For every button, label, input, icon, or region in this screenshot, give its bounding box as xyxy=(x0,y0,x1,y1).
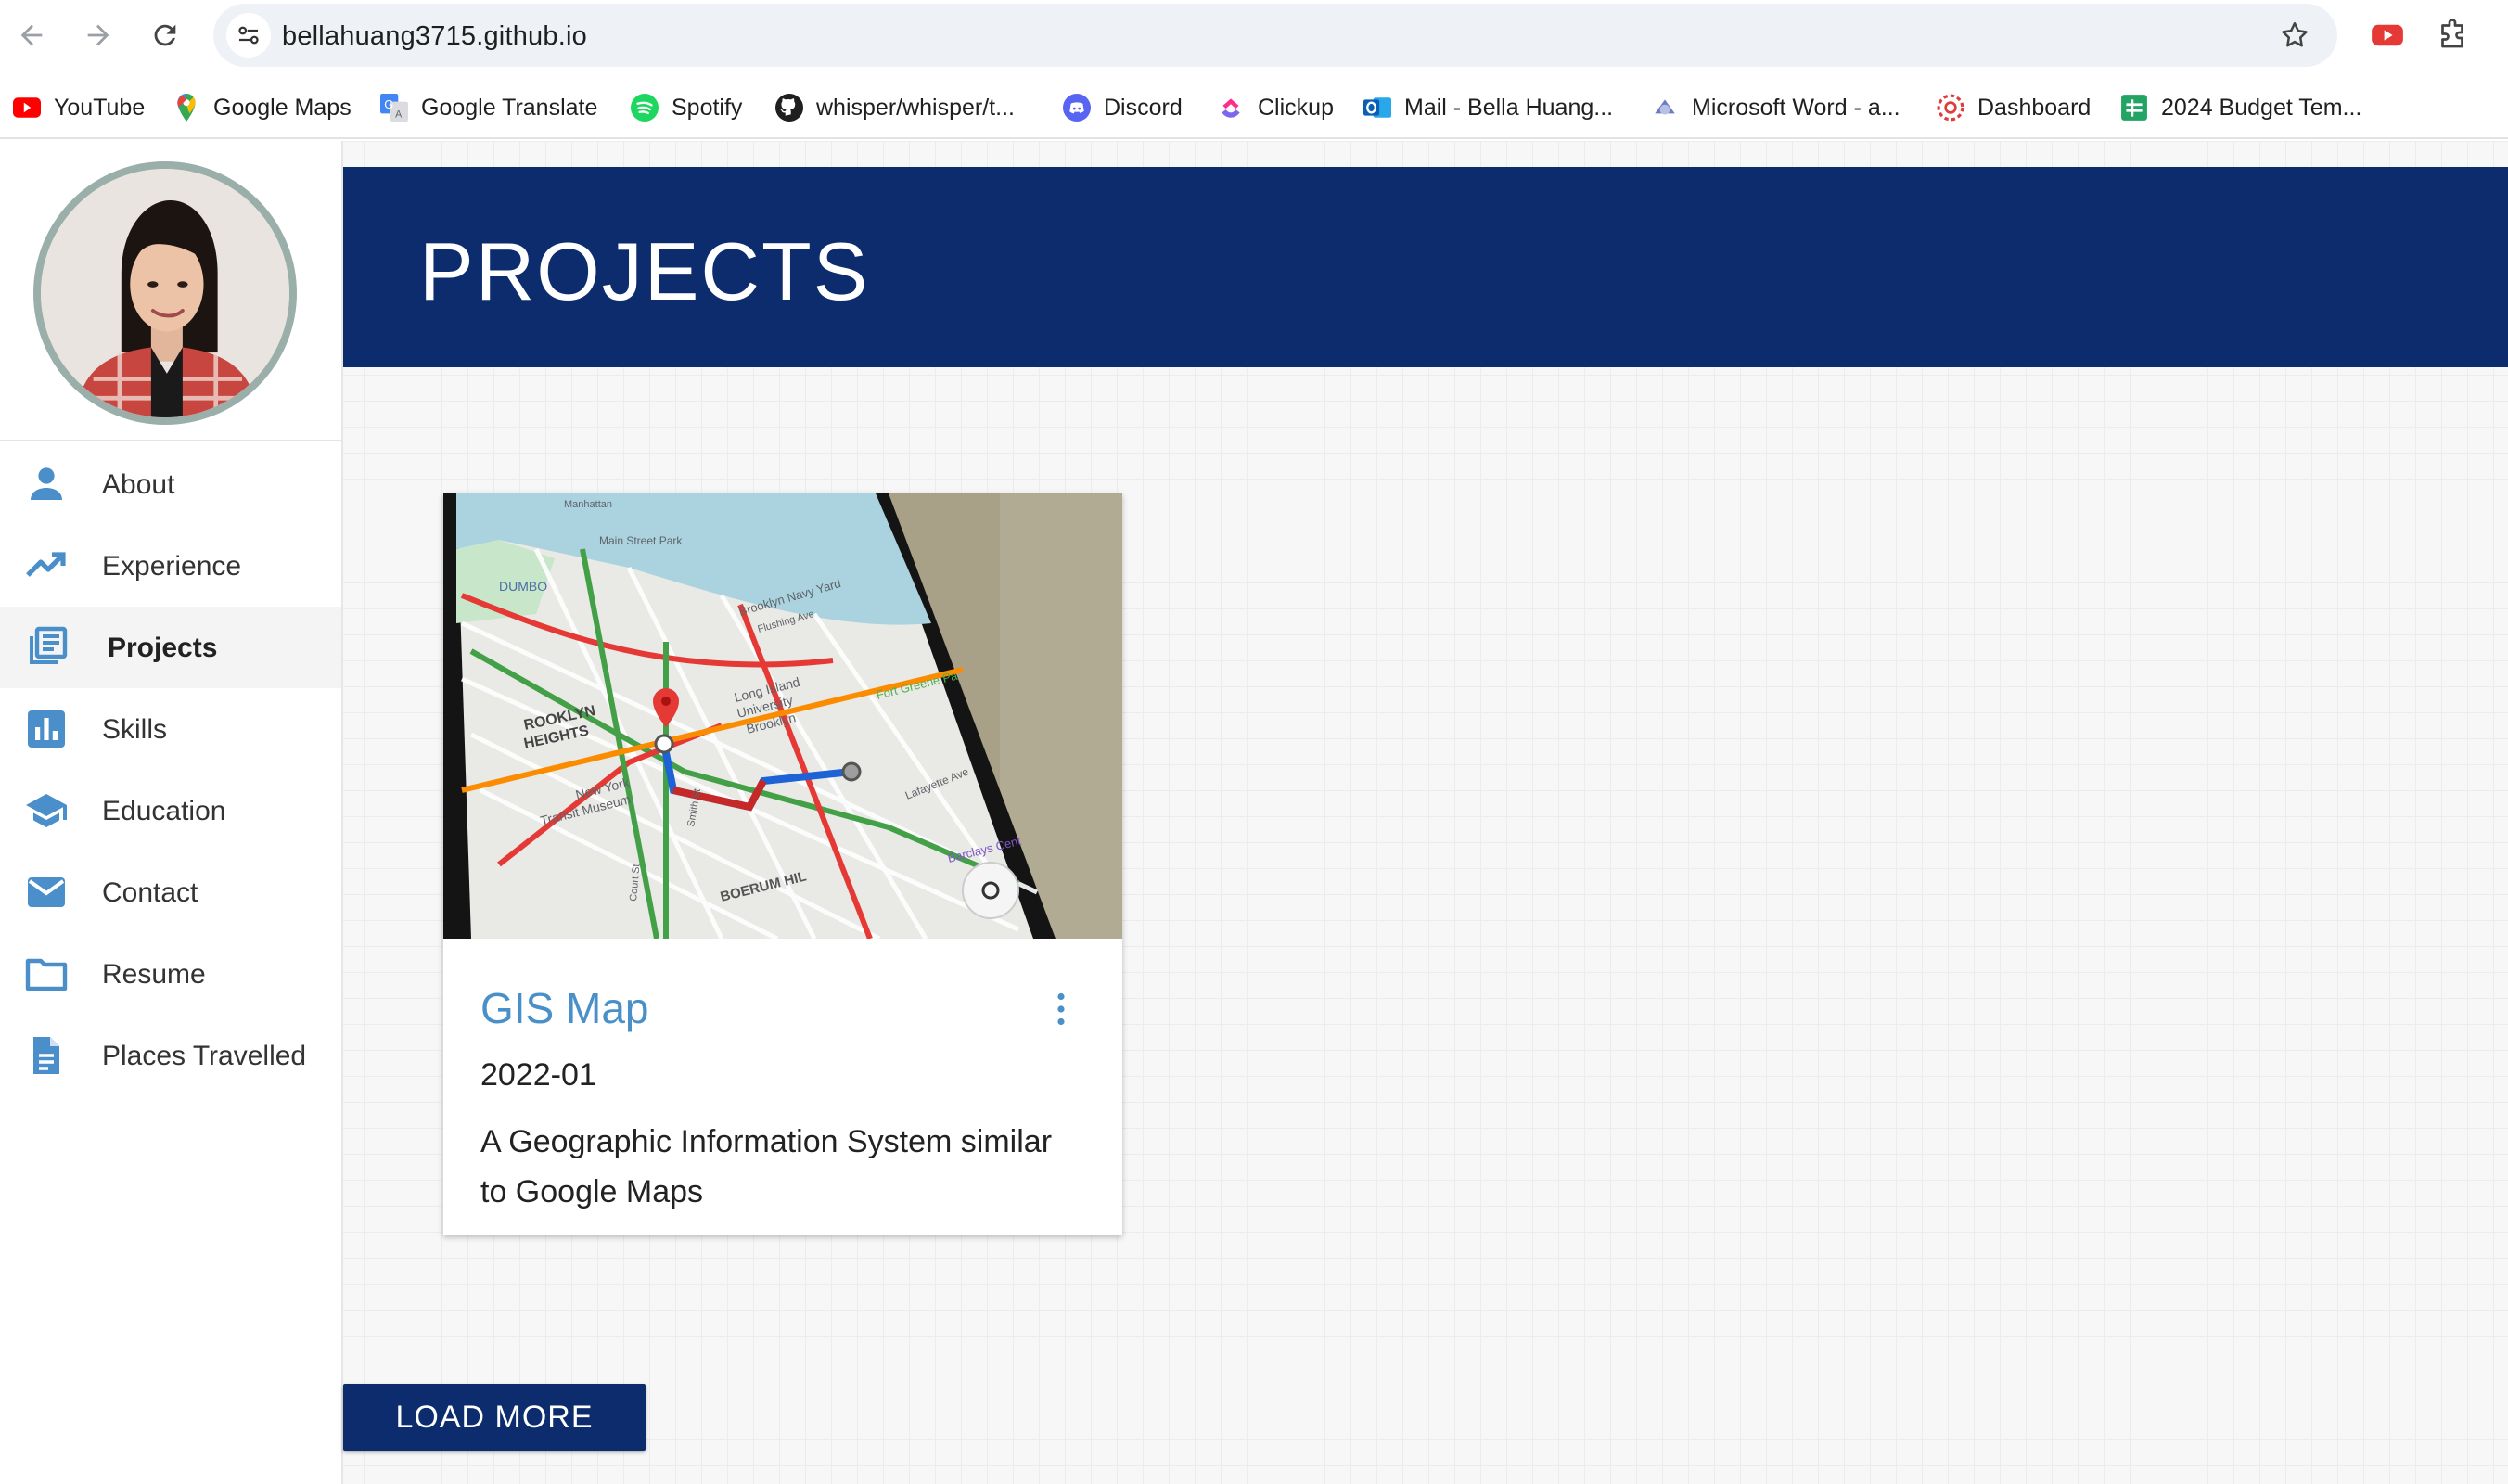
sidebar-item-label: Places Travelled xyxy=(102,1041,307,1071)
sidebar-item-label: Education xyxy=(102,796,226,826)
sidebar-item-label: Contact xyxy=(102,877,198,908)
sidebar-item-contact[interactable]: Contact xyxy=(0,851,341,933)
svg-text:A: A xyxy=(395,109,403,121)
sidebar-item-resume[interactable]: Resume xyxy=(0,933,341,1015)
sidebar-item-experience[interactable]: Experience xyxy=(0,525,341,607)
trending-up-icon xyxy=(22,544,70,588)
bookmark-label: YouTube xyxy=(54,94,146,121)
profile-photo-image xyxy=(41,169,289,417)
discord-icon xyxy=(1063,94,1091,122)
project-date: 2022-01 xyxy=(480,1057,596,1093)
site-info-button[interactable] xyxy=(226,13,271,58)
person-icon xyxy=(22,462,70,506)
bookmark-label: Mail - Bella Huang... xyxy=(1404,94,1614,121)
bookmark-spotify[interactable]: Spotify xyxy=(631,91,742,124)
folder-icon xyxy=(22,952,70,996)
word-icon xyxy=(1651,94,1679,122)
clickup-icon xyxy=(1217,94,1245,122)
mail-icon xyxy=(22,870,70,915)
svg-text:G: G xyxy=(384,97,393,111)
reload-button[interactable] xyxy=(143,13,187,58)
page-content: About Experience Projects Skills Educati… xyxy=(0,141,2508,1484)
sidebar-item-label: Experience xyxy=(102,551,242,582)
outlook-icon xyxy=(1363,94,1391,122)
svg-text:Main Street Park: Main Street Park xyxy=(599,534,683,547)
project-card[interactable]: DUMBO Brooklyn Navy Yard ROOKLYN HEIGHTS… xyxy=(443,493,1122,1235)
bookmark-label: 2024 Budget Tem... xyxy=(2161,94,2362,121)
bookmark-microsoft-word[interactable]: Microsoft Word - a... xyxy=(1651,91,1900,124)
bookmark-star-button[interactable] xyxy=(2274,15,2315,56)
map-screenshot-image: DUMBO Brooklyn Navy Yard ROOKLYN HEIGHTS… xyxy=(443,493,1122,939)
bookmark-clickup[interactable]: Clickup xyxy=(1217,91,1334,124)
google-sheets-icon xyxy=(2120,94,2148,122)
page-header: PROJECTS xyxy=(343,167,2508,367)
project-title[interactable]: GIS Map xyxy=(480,983,649,1033)
arrow-left-icon xyxy=(20,24,43,46)
bookmark-label: Clickup xyxy=(1258,94,1334,121)
github-icon xyxy=(775,94,803,122)
sidebar-item-skills[interactable]: Skills xyxy=(0,688,341,770)
spotify-icon xyxy=(631,94,659,122)
bookmark-label: Microsoft Word - a... xyxy=(1692,94,1900,121)
dashboard-icon xyxy=(1937,94,1964,122)
load-more-button[interactable]: LOAD MORE xyxy=(343,1384,646,1451)
document-icon xyxy=(22,1033,70,1078)
svg-text:DUMBO: DUMBO xyxy=(499,579,547,594)
youtube-icon xyxy=(13,94,41,122)
bar-chart-icon xyxy=(22,707,70,751)
back-button[interactable] xyxy=(9,13,54,58)
bookmark-budget-sheet[interactable]: 2024 Budget Tem... xyxy=(2120,91,2361,124)
bookmarks-bar: YouTube Google Maps GA Google Translate … xyxy=(0,78,2508,139)
extensions-button[interactable] xyxy=(2432,15,2473,56)
bookmark-google-maps[interactable]: Google Maps xyxy=(173,91,352,124)
bookmark-label: whisper/whisper/t... xyxy=(816,94,1015,121)
forward-button[interactable] xyxy=(76,13,121,58)
bookmark-label: Discord xyxy=(1104,94,1183,121)
puzzle-icon xyxy=(2441,19,2463,48)
browser-toolbar: bellahuang3715.github.io xyxy=(0,0,2508,70)
bookmark-label: Google Translate xyxy=(421,94,598,121)
tune-icon xyxy=(238,26,259,45)
bookmark-dashboard[interactable]: Dashboard xyxy=(1937,91,2091,124)
sidebar-item-about[interactable]: About xyxy=(0,443,341,525)
bookmark-whisper-github[interactable]: whisper/whisper/t... xyxy=(775,91,1015,124)
bookmark-label: Dashboard xyxy=(1977,94,2092,121)
sidebar: About Experience Projects Skills Educati… xyxy=(0,141,343,1484)
bookmark-label: Spotify xyxy=(672,94,743,121)
page-title: PROJECTS xyxy=(419,225,870,317)
url-text[interactable]: bellahuang3715.github.io xyxy=(282,21,587,52)
reload-icon xyxy=(154,24,176,46)
youtube-extension-button[interactable] xyxy=(2367,17,2408,54)
more-options-button[interactable] xyxy=(1050,989,1072,1030)
google-maps-icon xyxy=(173,94,200,122)
project-thumbnail[interactable]: DUMBO Brooklyn Navy Yard ROOKLYN HEIGHTS… xyxy=(443,493,1122,939)
google-translate-icon: GA xyxy=(380,94,408,122)
sidebar-item-label: Resume xyxy=(102,959,206,990)
kebab-menu-icon xyxy=(1057,992,1065,1026)
sidebar-item-education[interactable]: Education xyxy=(0,770,341,851)
bookmark-label: Google Maps xyxy=(213,94,352,121)
star-icon xyxy=(2282,21,2308,47)
sidebar-item-label: Projects xyxy=(108,633,218,663)
project-description: A Geographic Information System similar … xyxy=(480,1124,1053,1209)
bookmark-google-translate[interactable]: GA Google Translate xyxy=(380,91,597,124)
arrow-right-icon xyxy=(87,24,109,46)
bookmark-mail[interactable]: Mail - Bella Huang... xyxy=(1363,91,1613,124)
sidebar-item-projects[interactable]: Projects xyxy=(0,607,341,688)
sidebar-divider xyxy=(0,440,343,441)
library-books-icon xyxy=(22,625,70,670)
profile-avatar xyxy=(33,161,297,425)
svg-text:Manhattan: Manhattan xyxy=(564,499,612,510)
bookmark-youtube[interactable]: YouTube xyxy=(13,91,145,124)
sidebar-item-label: Skills xyxy=(102,714,168,745)
sidebar-item-label: About xyxy=(102,469,175,500)
youtube-extension-icon xyxy=(2372,24,2403,46)
address-bar[interactable]: bellahuang3715.github.io xyxy=(213,4,2337,67)
sidebar-item-places-travelled[interactable]: Places Travelled xyxy=(0,1015,341,1096)
bookmark-discord[interactable]: Discord xyxy=(1063,91,1183,124)
school-icon xyxy=(22,788,70,833)
